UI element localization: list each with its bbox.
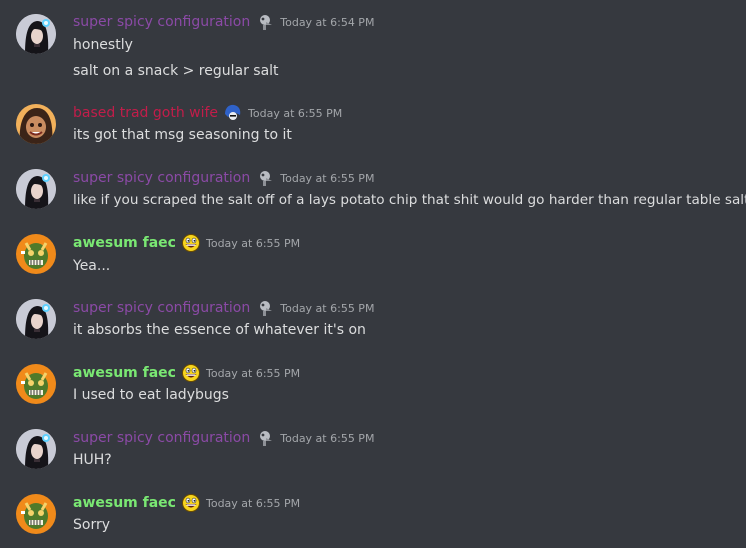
message-header: super spicy configuration Today at 6:55 … (73, 429, 374, 447)
timestamp[interactable]: Today at 6:55 PM (206, 497, 300, 510)
username[interactable]: super spicy configuration (73, 14, 250, 30)
username[interactable]: super spicy configuration (73, 170, 250, 186)
goth-girl-avatar[interactable] (16, 299, 56, 339)
bird-skull-icon[interactable] (256, 429, 274, 447)
awesome-face-icon[interactable] (181, 494, 200, 512)
timestamp[interactable]: Today at 6:55 PM (248, 107, 342, 120)
timestamp[interactable]: Today at 6:55 PM (280, 302, 374, 315)
timestamp[interactable]: Today at 6:54 PM (280, 16, 374, 29)
bird-skull-icon[interactable] (256, 299, 274, 317)
goth-girl-avatar[interactable] (16, 429, 56, 469)
goth-girl-avatar[interactable] (16, 169, 56, 209)
message-header: awesum faec Today at 6:55 PM (73, 234, 300, 252)
green-creature-avatar[interactable] (16, 494, 56, 534)
message-text: HUH? (73, 452, 112, 468)
username[interactable]: awesum faec (73, 365, 176, 381)
green-creature-avatar[interactable] (16, 234, 56, 274)
chat-message-list: super spicy configuration Today at 6:54 … (0, 0, 746, 548)
username[interactable]: awesum faec (73, 495, 176, 511)
message-text: Yea... (73, 258, 111, 274)
green-creature-avatar[interactable] (16, 364, 56, 404)
message-text: its got that msg seasoning to it (73, 127, 292, 143)
message-header: based trad goth wife Today at 6:55 PM (73, 104, 342, 122)
message-header: awesum faec Today at 6:55 PM (73, 364, 300, 382)
username[interactable]: super spicy configuration (73, 300, 250, 316)
blue-hair-icon[interactable] (224, 104, 242, 122)
awesome-face-icon[interactable] (181, 234, 200, 252)
message-text: I used to eat ladybugs (73, 387, 229, 403)
message-text: Sorry (73, 517, 111, 533)
username[interactable]: based trad goth wife (73, 105, 218, 121)
message-header: super spicy configuration Today at 6:54 … (73, 13, 374, 31)
timestamp[interactable]: Today at 6:55 PM (280, 432, 374, 445)
bird-skull-icon[interactable] (256, 13, 274, 31)
timestamp[interactable]: Today at 6:55 PM (206, 237, 300, 250)
bird-skull-icon[interactable] (256, 169, 274, 187)
timestamp[interactable]: Today at 6:55 PM (280, 172, 374, 185)
message-header: awesum faec Today at 6:55 PM (73, 494, 300, 512)
awesome-face-icon[interactable] (181, 364, 200, 382)
message-header: super spicy configuration Today at 6:55 … (73, 299, 374, 317)
message-text: like if you scraped the salt off of a la… (73, 192, 746, 208)
message-text: honestly (73, 37, 133, 53)
username[interactable]: super spicy configuration (73, 430, 250, 446)
message-text: salt on a snack > regular salt (73, 63, 279, 79)
timestamp[interactable]: Today at 6:55 PM (206, 367, 300, 380)
message-header: super spicy configuration Today at 6:55 … (73, 169, 374, 187)
username[interactable]: awesum faec (73, 235, 176, 251)
cartoon-girl-avatar[interactable] (16, 104, 56, 144)
message-text: it absorbs the essence of whatever it's … (73, 322, 366, 338)
goth-girl-avatar[interactable] (16, 14, 56, 54)
